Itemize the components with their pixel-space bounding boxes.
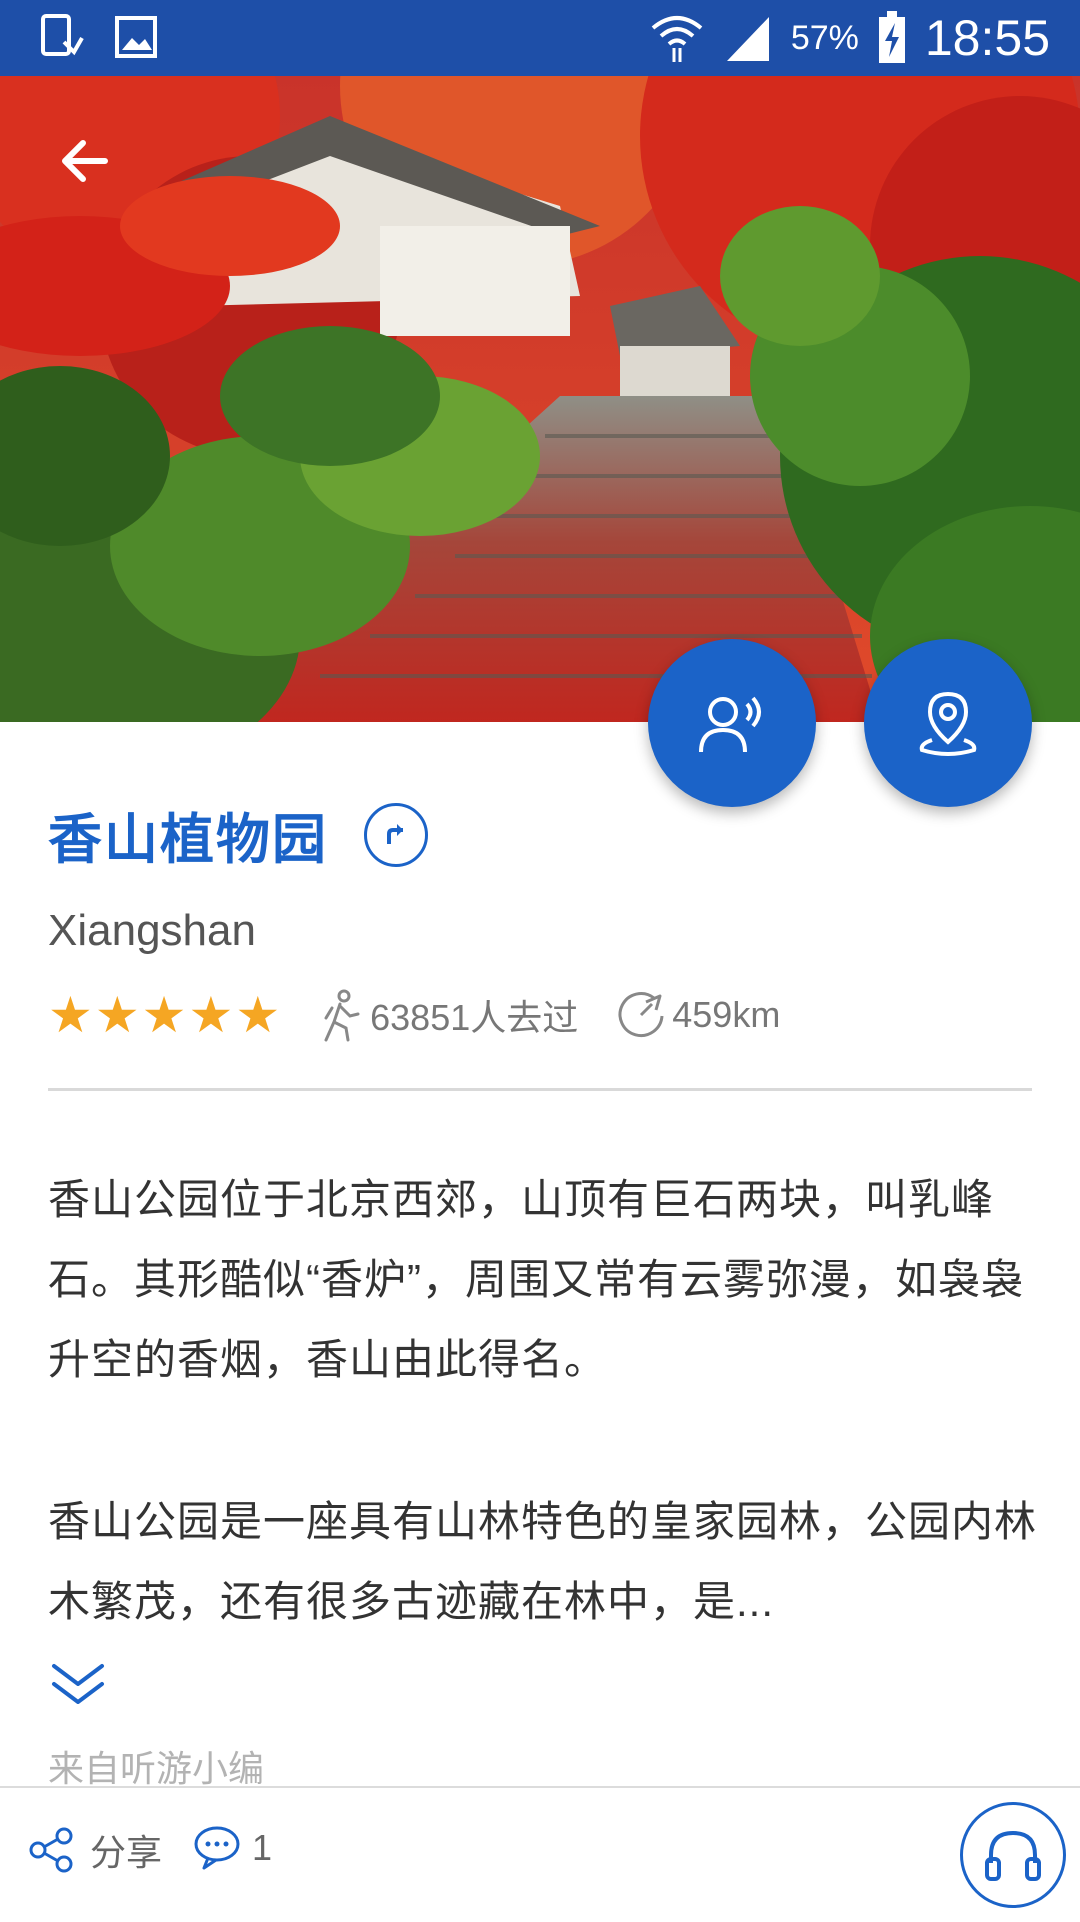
comment-bubble-icon	[194, 1826, 240, 1870]
bottom-bar: 分享 1	[0, 1786, 1080, 1922]
autumn-maple-stairs-photo	[0, 76, 1080, 722]
share-button[interactable]: 分享	[28, 1824, 162, 1876]
location-button[interactable]	[864, 639, 1032, 807]
stats-row: ★ ★ ★ ★ ★ 63851人去过 459km	[48, 985, 780, 1045]
headphones-icon	[985, 1830, 1041, 1881]
visitors-stat: 63851人去过	[318, 988, 578, 1042]
title-row: 香山植物园	[48, 795, 428, 874]
status-time: 18:55	[924, 10, 1050, 66]
expand-chevron-icon[interactable]	[50, 1660, 106, 1710]
rating-stars: ★ ★ ★ ★ ★	[48, 990, 280, 1040]
star-icon: ★	[48, 986, 93, 1044]
description-paragraph-2: 香山公园是一座具有山林特色的皇家园林，公园内林木繁茂，还有很多古迹藏在林中，是.…	[48, 1498, 1038, 1625]
directions-button[interactable]	[364, 802, 428, 867]
divider	[48, 1088, 1032, 1091]
signal-icon	[726, 17, 769, 61]
download-notification-icon	[41, 14, 84, 56]
voice-guide-icon	[699, 696, 761, 753]
battery-charging-icon	[878, 11, 905, 63]
hero-photo	[0, 76, 1080, 722]
comment-button[interactable]: 1	[192, 1824, 272, 1872]
description-paragraph-1: 香山公园位于北京西郊，山顶有巨石两块，叫乳峰石。其形酷似“香炉”，周围又常有云雾…	[48, 1176, 1024, 1383]
distance-value: 459km	[672, 994, 781, 1035]
audio-player-button[interactable]	[960, 1802, 1066, 1908]
star-icon: ★	[141, 986, 187, 1044]
status-bar: 57% 18:55	[0, 0, 1080, 76]
hiker-icon	[324, 989, 360, 1042]
battery-percentage: 57%	[790, 18, 859, 57]
visitors-count: 63851人去过	[370, 997, 579, 1038]
star-icon: ★	[188, 986, 234, 1044]
source-credit: 来自听游小编	[48, 1748, 265, 1789]
star-icon: ★	[94, 986, 140, 1044]
share-icon	[29, 1827, 73, 1873]
comment-count: 1	[252, 1827, 273, 1868]
share-label: 分享	[90, 1832, 163, 1873]
map-pin-icon	[919, 691, 977, 756]
star-icon: ★	[235, 986, 281, 1044]
distance-stat: 459km	[616, 990, 780, 1040]
page-title: 香山植物园	[48, 810, 328, 870]
turn-right-arrow-icon	[387, 823, 403, 844]
back-button[interactable]	[55, 131, 115, 191]
place-subtitle: Xiangshan	[48, 906, 256, 955]
distance-gauge-icon	[618, 992, 664, 1037]
gallery-notification-icon	[115, 16, 157, 58]
voice-guide-button[interactable]	[648, 639, 816, 807]
wifi-icon	[651, 16, 703, 62]
